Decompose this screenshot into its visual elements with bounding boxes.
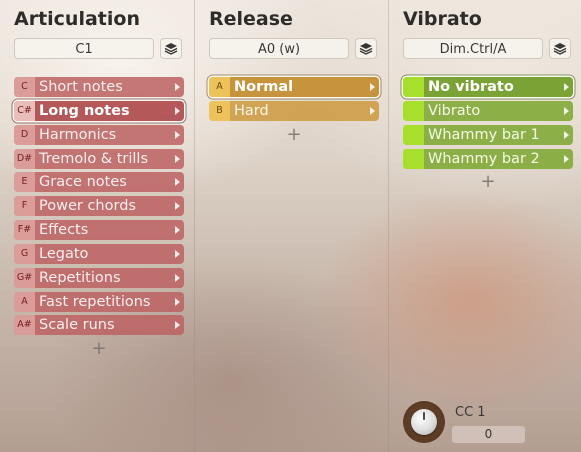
articulation-item[interactable]: C Short notes <box>14 77 184 97</box>
chevron-right-icon[interactable] <box>370 106 375 115</box>
key-trigger-label: C <box>14 77 35 97</box>
vibrato-item[interactable]: Whammy bar 2 <box>403 148 573 169</box>
articulation-add-button[interactable]: + <box>14 339 184 359</box>
articulation-key-field[interactable]: C1 <box>14 38 154 59</box>
articulation-item[interactable]: A Fast repetitions <box>14 291 184 312</box>
knob-indicator <box>423 412 425 420</box>
key-trigger-label: C# <box>14 100 35 121</box>
articulation-item-label: Effects <box>39 222 89 239</box>
chevron-right-icon[interactable] <box>564 83 569 91</box>
chevron-right-icon[interactable] <box>175 154 180 163</box>
articulation-item-label: Scale runs <box>39 317 115 334</box>
release-item[interactable]: A Normal <box>209 77 379 97</box>
release-list: A Normal B Hard + <box>209 77 379 145</box>
chevron-right-icon[interactable] <box>175 202 180 211</box>
release-column: Release A0 (w) A Normal B Hard + <box>195 0 388 452</box>
articulation-item-label: Long notes <box>39 102 130 119</box>
articulation-item[interactable]: D Harmonics <box>14 124 184 145</box>
chevron-right-icon[interactable] <box>370 83 375 91</box>
articulation-item[interactable]: G# Repetitions <box>14 267 184 288</box>
articulation-item[interactable]: E Grace notes <box>14 172 184 193</box>
articulation-item[interactable]: A# Scale runs <box>14 315 184 336</box>
articulation-item-label: Grace notes <box>39 174 127 191</box>
key-trigger-label: A <box>209 77 230 97</box>
articulation-item[interactable]: F Power chords <box>14 196 184 217</box>
layers-icon <box>553 42 567 55</box>
key-trigger-label: E <box>14 172 35 193</box>
articulation-item-label: Power chords <box>39 198 136 215</box>
layers-icon <box>359 42 373 55</box>
key-trigger-label: B <box>209 100 230 121</box>
articulation-item-label: Short notes <box>39 79 123 95</box>
cc-knob[interactable] <box>403 401 445 443</box>
vibrato-item-label: Whammy bar 1 <box>428 126 540 143</box>
articulation-item[interactable]: D# Tremolo & trills <box>14 148 184 169</box>
vibrato-item[interactable]: Vibrato <box>403 100 573 121</box>
key-trigger-label: F# <box>14 220 35 241</box>
vibrato-layers-button[interactable] <box>549 38 571 59</box>
cc-label: CC 1 <box>455 405 486 420</box>
key-trigger-label: A <box>14 291 35 312</box>
chevron-right-icon[interactable] <box>175 297 180 306</box>
articulation-item-label: Fast repetitions <box>39 293 151 310</box>
vibrato-list: No vibrato Vibrato Whammy bar 1 Whammy bar … <box>403 77 573 192</box>
articulation-item-label: Harmonics <box>39 126 117 143</box>
vibrato-item-label: No vibrato <box>428 79 514 95</box>
chevron-right-icon[interactable] <box>175 83 180 91</box>
key-trigger-label: F <box>14 196 35 217</box>
articulation-item-label: Tremolo & trills <box>39 150 148 167</box>
knob-icon <box>411 409 437 435</box>
key-trigger-label <box>403 124 424 145</box>
articulation-layers-button[interactable] <box>160 38 182 59</box>
vibrato-item[interactable]: Whammy bar 1 <box>403 124 573 145</box>
articulation-item-label: Repetitions <box>39 269 121 286</box>
layers-icon <box>164 42 178 55</box>
vibrato-item-label: Whammy bar 2 <box>428 150 540 167</box>
chevron-right-icon[interactable] <box>175 226 180 235</box>
chevron-right-icon[interactable] <box>175 249 180 258</box>
chevron-right-icon[interactable] <box>564 130 569 139</box>
release-item-label: Hard <box>234 102 269 119</box>
key-trigger-label <box>403 100 424 121</box>
chevron-right-icon[interactable] <box>564 154 569 163</box>
articulation-item-label: Legato <box>39 245 89 262</box>
key-trigger-label: D# <box>14 148 35 169</box>
key-trigger-label: G# <box>14 267 35 288</box>
articulation-item[interactable]: G Legato <box>14 243 184 264</box>
release-item-label: Normal <box>234 79 294 95</box>
vibrato-item-label: Vibrato <box>428 102 481 119</box>
release-title: Release <box>209 8 293 30</box>
articulation-title: Articulation <box>14 8 140 30</box>
vibrato-title: Vibrato <box>403 8 482 30</box>
vibrato-add-button[interactable]: + <box>403 172 573 192</box>
articulation-column: Articulation C1 C Short notes C# Long notes… <box>0 0 194 452</box>
articulation-list: C Short notes C# Long notes D Harmonics D# Trem… <box>14 77 184 359</box>
chevron-right-icon[interactable] <box>175 106 180 115</box>
key-trigger-label: A# <box>14 315 35 336</box>
release-item[interactable]: B Hard <box>209 100 379 121</box>
key-trigger-label: D <box>14 124 35 145</box>
chevron-right-icon[interactable] <box>175 273 180 282</box>
key-trigger-label: G <box>14 243 35 264</box>
release-add-button[interactable]: + <box>209 124 379 145</box>
articulation-item[interactable]: F# Effects <box>14 220 184 241</box>
chevron-right-icon[interactable] <box>175 178 180 187</box>
chevron-right-icon[interactable] <box>175 321 180 330</box>
key-trigger-label <box>403 77 424 97</box>
chevron-right-icon[interactable] <box>564 106 569 115</box>
articulation-item[interactable]: C# Long notes <box>14 100 184 121</box>
vibrato-key-field[interactable]: Dim.Ctrl/A <box>403 38 543 59</box>
chevron-right-icon[interactable] <box>175 130 180 139</box>
vibrato-column: Vibrato Dim.Ctrl/A No vibrato Vibrato Wham… <box>389 0 581 452</box>
release-layers-button[interactable] <box>355 38 377 59</box>
vibrato-item[interactable]: No vibrato <box>403 77 573 97</box>
key-trigger-label <box>403 148 424 169</box>
release-key-field[interactable]: A0 (w) <box>209 38 349 59</box>
cc-value-field[interactable]: 0 <box>452 426 525 443</box>
